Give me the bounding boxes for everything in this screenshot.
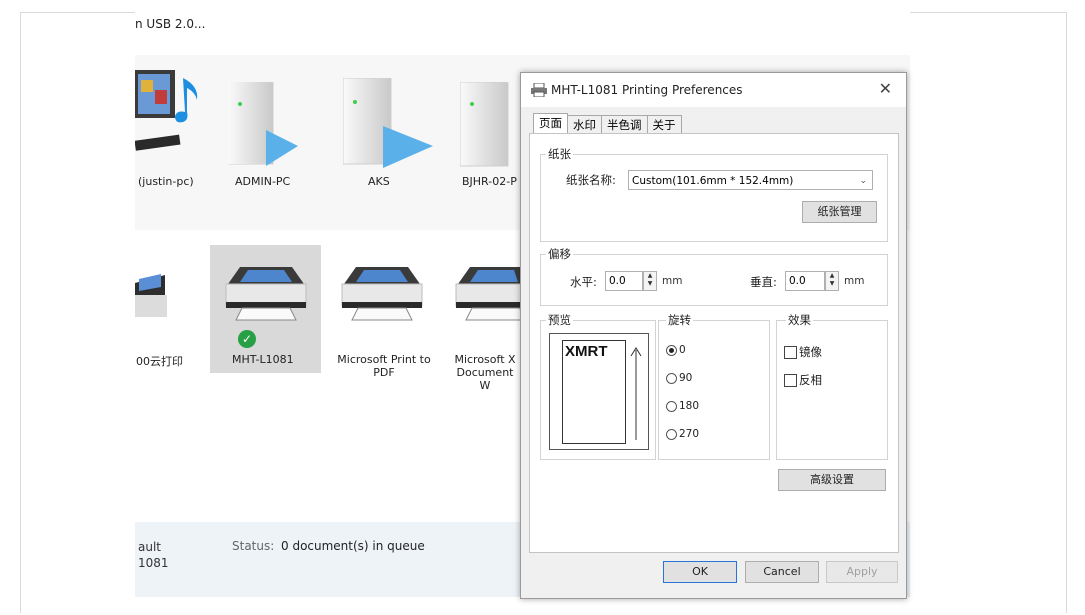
preview-group-label: 预览	[546, 312, 573, 328]
printer-icon	[531, 82, 547, 100]
printer-label-mht[interactable]: MHT-L1081	[232, 353, 294, 366]
printer-label-ms-pdf[interactable]: Microsoft Print to PDF	[333, 353, 435, 379]
vertical-offset-unit: mm	[844, 275, 865, 287]
horizontal-offset-unit: mm	[662, 275, 683, 287]
rotation-90-label: 90	[679, 372, 693, 384]
radio-icon	[666, 372, 677, 384]
rotation-180-label: 180	[679, 400, 700, 412]
top-strip	[135, 12, 910, 50]
printer-label-ms-xps[interactable]: Microsoft X Document W	[450, 353, 520, 392]
media-device-icon[interactable]	[134, 68, 205, 158]
status-value: 0 document(s) in queue	[281, 539, 425, 553]
invert-checkbox[interactable]: 反相	[784, 372, 822, 388]
paper-name-value: Custom(101.6mm * 152.4mm)	[632, 175, 794, 187]
dialog-title: MHT-L1081 Printing Preferences	[551, 83, 743, 97]
horizontal-offset-input[interactable]: 0.0	[605, 271, 643, 291]
tab-watermark[interactable]: 水印	[567, 115, 602, 135]
effect-group	[776, 320, 888, 460]
rotation-90-radio[interactable]: 90	[666, 372, 692, 384]
details-name-partial-2: 1081	[138, 556, 169, 570]
vertical-offset-input[interactable]: 0.0	[785, 271, 825, 291]
paper-name-label: 纸张名称:	[566, 173, 616, 187]
status-label: Status:	[232, 539, 275, 553]
radio-icon	[666, 428, 677, 440]
computer-icon-aks[interactable]	[342, 77, 435, 174]
dialog-tabs: 页面 水印 半色调 关于	[533, 113, 682, 135]
rotation-group-label: 旋转	[666, 312, 693, 328]
rotation-270-label: 270	[679, 428, 700, 440]
printer-icon-mht[interactable]	[222, 262, 312, 331]
preview-area: XMRT	[549, 333, 649, 450]
paper-group	[540, 154, 888, 242]
mirror-checkbox[interactable]: 镜像	[784, 344, 822, 360]
printer-icon-ms-pdf[interactable]	[338, 262, 428, 331]
cancel-button[interactable]: Cancel	[745, 561, 819, 583]
device-label-justin[interactable]: (justin-pc)	[138, 175, 194, 188]
dialog-title-bar[interactable]: MHT-L1081 Printing Preferences ✕	[521, 73, 906, 107]
usb-device-label: n USB 2.0...	[135, 17, 206, 31]
default-printer-check-icon: ✓	[238, 330, 256, 348]
printing-preferences-dialog: MHT-L1081 Printing Preferences ✕ 页面 水印 半色调…	[520, 72, 907, 599]
advanced-settings-button[interactable]: 高级设置	[778, 469, 886, 491]
horizontal-offset-label: 水平:	[570, 275, 597, 289]
radio-icon	[666, 400, 677, 412]
radio-selected-icon	[666, 344, 677, 356]
checkbox-icon	[784, 374, 797, 387]
tab-about[interactable]: 关于	[646, 115, 682, 135]
rotation-270-radio[interactable]: 270	[666, 428, 699, 440]
tab-page[interactable]: 页面	[533, 113, 568, 135]
close-icon[interactable]: ✕	[879, 79, 892, 98]
computer-icon-admin-pc[interactable]	[227, 81, 298, 176]
arrow-up-icon	[630, 346, 642, 442]
device-label-admin-pc[interactable]: ADMIN-PC	[235, 175, 290, 188]
tab-halftone[interactable]: 半色调	[601, 115, 648, 135]
computer-icon-bjhr[interactable]	[459, 81, 520, 174]
rotation-180-radio[interactable]: 180	[666, 400, 699, 412]
device-label-aks[interactable]: AKS	[368, 175, 390, 188]
mirror-label: 镜像	[799, 345, 822, 359]
paper-manage-button[interactable]: 纸张管理	[802, 201, 877, 223]
printer-icon-cloud[interactable]	[135, 265, 195, 329]
page-tab-panel: 纸张 纸张名称: Custom(101.6mm * 152.4mm) ⌄ 纸张管…	[529, 133, 899, 553]
preview-paper: XMRT	[562, 340, 626, 444]
preview-text: XMRT	[565, 343, 608, 360]
horizontal-offset-stepper[interactable]: ▲ ▼	[643, 271, 657, 291]
effect-group-label: 效果	[786, 312, 813, 328]
device-label-bjhr[interactable]: BJHR-02-P	[462, 175, 517, 188]
rotation-0-radio[interactable]: 0	[666, 344, 686, 356]
preview-group: XMRT	[540, 320, 656, 460]
vertical-offset-stepper[interactable]: ▲ ▼	[825, 271, 839, 291]
ok-button[interactable]: OK	[663, 561, 737, 583]
details-name-partial-1: ault	[138, 540, 161, 554]
dialog-footer: OK Cancel Apply	[521, 553, 906, 598]
printer-label-cloud[interactable]: 00云打印	[136, 353, 183, 369]
invert-label: 反相	[799, 373, 822, 387]
chevron-down-icon: ⌄	[859, 176, 867, 186]
vertical-offset-label: 垂直:	[750, 275, 777, 289]
paper-group-label: 纸张	[546, 146, 573, 162]
paper-name-select[interactable]: Custom(101.6mm * 152.4mm) ⌄	[628, 170, 873, 190]
printer-icon-ms-xps[interactable]	[452, 262, 523, 331]
rotation-0-label: 0	[679, 344, 686, 356]
apply-button: Apply	[826, 561, 898, 583]
checkbox-icon	[784, 346, 797, 359]
offset-group-label: 偏移	[546, 246, 573, 262]
